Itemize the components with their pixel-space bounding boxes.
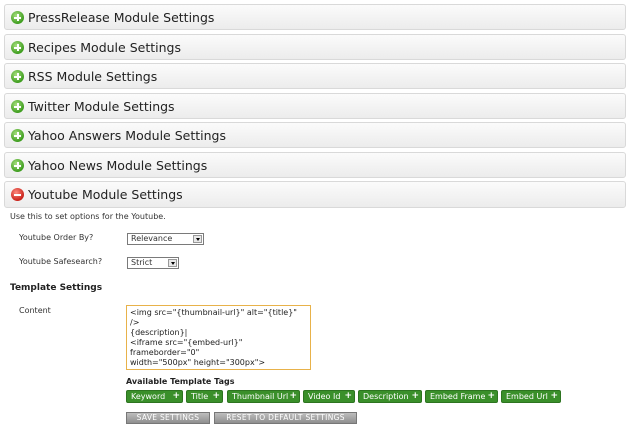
minus-circle-icon bbox=[11, 188, 24, 201]
panel-title: Yahoo News Module Settings bbox=[28, 158, 208, 173]
tag-label: Description bbox=[363, 392, 409, 401]
tag-embed-frame-button[interactable]: Embed Frame + bbox=[425, 390, 498, 403]
panel-title: Recipes Module Settings bbox=[28, 40, 181, 55]
plus-icon: + bbox=[344, 391, 352, 401]
tag-description-button[interactable]: Description + bbox=[358, 390, 422, 403]
plus-icon: + bbox=[550, 391, 558, 401]
tag-label: Video Id bbox=[308, 392, 341, 401]
panel-yahoo-answers[interactable]: Yahoo Answers Module Settings bbox=[4, 122, 626, 148]
template-tags-heading: Available Template Tags bbox=[126, 377, 235, 386]
tag-label: Embed Url bbox=[506, 392, 548, 401]
tag-thumbnail-url-button[interactable]: Thumbnail Url + bbox=[227, 390, 300, 403]
content-label: Content bbox=[19, 306, 51, 315]
plus-icon: + bbox=[212, 391, 220, 401]
tag-video-id-button[interactable]: Video Id + bbox=[303, 390, 355, 403]
order-by-value: Relevance bbox=[131, 234, 173, 243]
panel-title: PressRelease Module Settings bbox=[28, 10, 215, 25]
template-settings-heading: Template Settings bbox=[10, 283, 103, 293]
panel-recipes[interactable]: Recipes Module Settings bbox=[4, 34, 626, 60]
panel-pressrelease[interactable]: PressRelease Module Settings bbox=[4, 4, 626, 30]
tag-label: Thumbnail Url bbox=[232, 392, 289, 401]
safesearch-value: Strict bbox=[131, 258, 153, 267]
safesearch-select[interactable]: Strict bbox=[127, 257, 179, 269]
tag-keyword-button[interactable]: Keyword + bbox=[126, 390, 183, 403]
tag-title-button[interactable]: Title + bbox=[186, 390, 223, 403]
plus-circle-icon bbox=[11, 11, 24, 24]
reset-default-settings-button[interactable]: RESET TO DEFAULT SETTINGS bbox=[214, 412, 357, 424]
tag-label: Title bbox=[191, 392, 209, 401]
plus-icon: + bbox=[289, 391, 297, 401]
order-by-select[interactable]: Relevance bbox=[127, 233, 204, 245]
panel-title: Youtube Module Settings bbox=[28, 187, 183, 202]
plus-icon: + bbox=[172, 391, 180, 401]
panel-twitter[interactable]: Twitter Module Settings bbox=[4, 93, 626, 119]
plus-circle-icon bbox=[11, 100, 24, 113]
panel-title: Yahoo Answers Module Settings bbox=[28, 128, 226, 143]
tag-label: Embed Frame bbox=[430, 392, 486, 401]
plus-circle-icon bbox=[11, 129, 24, 142]
safesearch-label: Youtube Safesearch? bbox=[19, 257, 103, 266]
panel-title: Twitter Module Settings bbox=[28, 99, 175, 114]
tag-label: Keyword bbox=[131, 392, 166, 401]
chevron-down-icon bbox=[193, 235, 202, 243]
panel-rss[interactable]: RSS Module Settings bbox=[4, 63, 626, 89]
plus-icon: + bbox=[411, 391, 419, 401]
plus-circle-icon bbox=[11, 70, 24, 83]
plus-circle-icon bbox=[11, 41, 24, 54]
panel-title: RSS Module Settings bbox=[28, 69, 158, 84]
chevron-down-icon bbox=[168, 259, 177, 267]
panel-youtube[interactable]: Youtube Module Settings bbox=[4, 181, 626, 208]
order-by-label: Youtube Order By? bbox=[19, 233, 94, 242]
plus-icon: + bbox=[487, 391, 495, 401]
panel-yahoo-news[interactable]: Yahoo News Module Settings bbox=[4, 152, 626, 178]
youtube-description: Use this to set options for the Youtube. bbox=[10, 212, 166, 221]
plus-circle-icon bbox=[11, 159, 24, 172]
save-settings-button[interactable]: SAVE SETTINGS bbox=[126, 412, 210, 424]
content-textarea[interactable]: <img src="{thumbnail-url}" alt="{title}"… bbox=[126, 305, 311, 370]
tag-embed-url-button[interactable]: Embed Url + bbox=[501, 390, 561, 403]
